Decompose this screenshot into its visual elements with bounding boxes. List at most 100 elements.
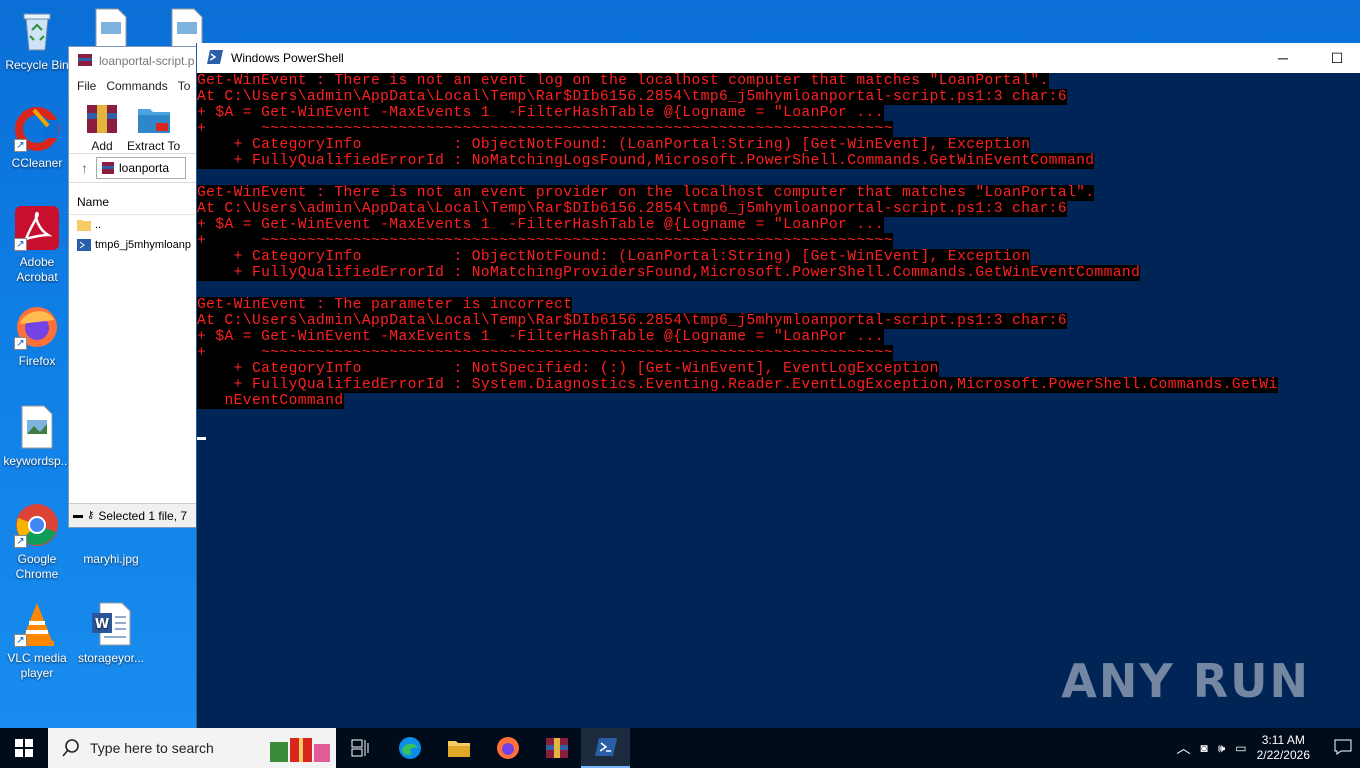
- winrar-statusbar: ▬ ⚷ Selected 1 file, 7: [69, 503, 199, 527]
- notification-icon[interactable]: [1334, 739, 1352, 758]
- task-view-button[interactable]: [336, 728, 385, 768]
- winrar-app-icon: [77, 52, 93, 71]
- add-archive-icon: [87, 105, 117, 133]
- desktop-icon-label: Adobe Acrobat: [16, 255, 58, 284]
- winrar-icon: [545, 738, 568, 758]
- shortcut-arrow-icon: ↗: [14, 337, 27, 350]
- console-line: + $A = Get-WinEvent -MaxEvents 1 -Filter…: [197, 105, 884, 121]
- powershell-window[interactable]: Windows PowerShell ─ ☐ Get-WinEvent : Th…: [196, 43, 1360, 728]
- winrar-menubar: File Commands To: [69, 75, 199, 97]
- firefox-icon: ↗: [14, 304, 60, 350]
- powershell-titlebar[interactable]: Windows PowerShell ─ ☐: [197, 43, 1360, 73]
- console-cursor: [197, 437, 206, 440]
- taskbar-winrar[interactable]: [532, 728, 581, 768]
- extract-to-button[interactable]: Extract To: [127, 103, 180, 153]
- console-line: + CategoryInfo : NotSpecified: (:) [Get-…: [197, 361, 939, 377]
- image-file-icon: [14, 404, 60, 450]
- key-icon: ⚷: [87, 510, 95, 521]
- winrar-window[interactable]: loanportal-script.p File Commands To Add…: [68, 46, 200, 528]
- shortcut-arrow-icon: ↗: [14, 634, 27, 647]
- desktop-icon-vlc[interactable]: ↗ VLC media player: [0, 601, 74, 681]
- taskbar-file-explorer[interactable]: [434, 728, 483, 768]
- winrar-toolbar: Add Extract To: [69, 97, 199, 153]
- winrar-address-bar: ↑ loanporta: [69, 153, 199, 183]
- desktop-icon-storageyor[interactable]: W storageyor...: [74, 601, 148, 666]
- console-line: + ~~~~~~~~~~~~~~~~~~~~~~~~~~~~~~~~~~~~~~…: [197, 121, 893, 137]
- console-line: Get-WinEvent : There is not an event pro…: [197, 185, 1095, 201]
- console-line: nEventCommand: [197, 393, 344, 409]
- archive-icon: [102, 162, 114, 174]
- shortcut-arrow-icon: ↗: [14, 535, 27, 548]
- list-item-script[interactable]: tmp6_j5mhymloanp: [69, 235, 199, 255]
- maximize-button[interactable]: ☐: [1314, 43, 1360, 73]
- desktop-icon-ccleaner[interactable]: ↗ CCleaner: [0, 106, 74, 171]
- desktop-icon-label: CCleaner: [11, 156, 63, 170]
- vlc-icon: ↗: [14, 601, 60, 647]
- search-placeholder: Type here to search: [90, 740, 214, 756]
- desktop-icon-recycle-bin[interactable]: Recycle Bin: [0, 8, 74, 73]
- column-header-name[interactable]: Name: [69, 189, 199, 215]
- anyrun-watermark: ANY RUN: [1061, 654, 1310, 708]
- extract-folder-icon: [137, 109, 170, 133]
- gift-icon: [266, 732, 332, 767]
- taskbar-powershell[interactable]: [581, 728, 630, 768]
- taskbar: Type here to search ︿ ◙ 🕪 ▭ 3:11 AM 2/22…: [0, 728, 1360, 768]
- shortcut-arrow-icon: ↗: [14, 238, 27, 251]
- file-icon-top-2[interactable]: [170, 8, 204, 48]
- add-button[interactable]: Add: [85, 103, 119, 153]
- console-line: + FullyQualifiedErrorId : System.Diagnos…: [197, 377, 1278, 393]
- volume-icon[interactable]: 🕪: [1218, 741, 1226, 756]
- desktop-icon-firefox[interactable]: ↗ Firefox: [0, 304, 74, 369]
- chrome-icon: ↗: [14, 502, 60, 548]
- desktop-icon-adobe-acrobat[interactable]: ↗ Adobe Acrobat: [0, 205, 74, 285]
- taskbar-edge[interactable]: [385, 728, 434, 768]
- console-line: Get-WinEvent : There is not an event log…: [197, 73, 1049, 89]
- task-view-icon: [351, 739, 368, 757]
- desktop-icon-maryhi[interactable]: maryhi.jpg: [74, 530, 148, 567]
- winrar-title: loanportal-script.p: [99, 54, 195, 68]
- desktop-icon-label: VLC media player: [7, 651, 67, 680]
- console-output[interactable]: Get-WinEvent : There is not an event log…: [197, 73, 1360, 445]
- console-line: At C:\Users\admin\AppData\Local\Temp\Rar…: [197, 313, 1067, 329]
- recycle-bin-icon: [14, 8, 60, 54]
- desktop-icon-label: Recycle Bin: [5, 58, 69, 72]
- taskbar-search-box[interactable]: Type here to search: [48, 728, 336, 768]
- meet-now-icon[interactable]: ◙: [1200, 741, 1207, 755]
- console-line: At C:\Users\admin\AppData\Local\Temp\Rar…: [197, 201, 1067, 217]
- file-icon-top-1[interactable]: [94, 8, 128, 48]
- adobe-acrobat-icon: ↗: [14, 205, 60, 251]
- winrar-titlebar[interactable]: loanportal-script.p: [69, 47, 199, 75]
- taskbar-firefox[interactable]: [483, 728, 532, 768]
- network-icon[interactable]: ▭: [1235, 741, 1246, 755]
- list-item-parent[interactable]: ..: [69, 215, 199, 235]
- system-tray: ︿ ◙ 🕪 ▭ 3:11 AM 2/22/2026: [1176, 728, 1360, 768]
- desktop-icon-keywordsp[interactable]: keywordsp...: [0, 404, 74, 469]
- chevron-up-icon[interactable]: ︿: [1176, 738, 1190, 758]
- drive-icon: ▬: [73, 510, 83, 521]
- windows-logo-icon: [15, 739, 33, 757]
- address-field[interactable]: loanporta: [96, 157, 186, 179]
- svg-text:W: W: [95, 617, 109, 632]
- start-button[interactable]: [0, 728, 48, 768]
- powershell-icon: [207, 49, 223, 67]
- clock[interactable]: 3:11 AM 2/22/2026: [1257, 733, 1310, 763]
- console-line: + ~~~~~~~~~~~~~~~~~~~~~~~~~~~~~~~~~~~~~~…: [197, 233, 893, 249]
- console-line: Get-WinEvent : The parameter is incorrec…: [197, 297, 573, 313]
- menu-commands[interactable]: Commands: [106, 79, 167, 93]
- shortcut-arrow-icon: ↗: [14, 139, 27, 152]
- desktop-icon-google-chrome[interactable]: ↗ Google Chrome: [0, 502, 74, 582]
- console-line: + ~~~~~~~~~~~~~~~~~~~~~~~~~~~~~~~~~~~~~~…: [197, 345, 893, 361]
- menu-tools[interactable]: To: [178, 79, 191, 93]
- menu-file[interactable]: File: [77, 79, 96, 93]
- minimize-button[interactable]: ─: [1260, 43, 1306, 73]
- desktop-icon-label: Google Chrome: [15, 552, 59, 581]
- edge-icon: [398, 737, 421, 759]
- ccleaner-icon: ↗: [14, 106, 60, 152]
- up-arrow-icon[interactable]: ↑: [81, 160, 88, 176]
- console-line: At C:\Users\admin\AppData\Local\Temp\Rar…: [197, 89, 1067, 105]
- powershell-icon: [594, 738, 617, 756]
- desktop-icon-label: storageyor...: [77, 651, 145, 665]
- folder-icon: [77, 220, 91, 231]
